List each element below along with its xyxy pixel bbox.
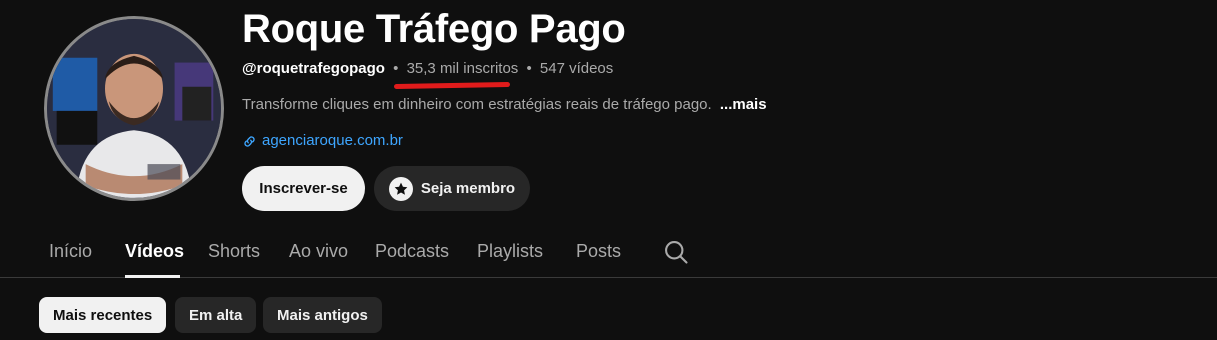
active-tab-indicator [125, 275, 180, 278]
channel-handle: @roquetrafegopago [242, 60, 385, 77]
tab-ao-vivo[interactable]: Ao vivo [289, 240, 348, 262]
tab-inicio[interactable]: Início [49, 240, 92, 262]
link-icon [244, 135, 255, 147]
channel-description-row[interactable]: Transforme cliques em dinheiro com estra… [242, 96, 767, 114]
star-icon [388, 176, 413, 201]
subscriber-count: 35,3 mil inscritos [406, 60, 519, 77]
more-link[interactable]: ...mais [720, 96, 767, 113]
video-count: 547 vídeos [539, 60, 614, 77]
join-member-label: Seja membro [420, 180, 516, 197]
channel-link-text: agenciaroque.com.br [262, 132, 403, 149]
channel-link[interactable]: agenciaroque.com.br [242, 132, 403, 150]
tab-shorts[interactable]: Shorts [208, 240, 260, 262]
subscribe-button[interactable]: Inscrever-se [242, 166, 365, 211]
filter-chip-popular[interactable]: Em alta [175, 297, 257, 333]
channel-meta: @roquetrafegopago • 35,3 mil inscritos •… [242, 60, 613, 78]
meta-separator: • [393, 60, 399, 77]
avatar-image [47, 19, 221, 198]
tab-playlists[interactable]: Playlists [477, 240, 543, 262]
channel-name: Roque Tráfego Pago [242, 7, 626, 51]
channel-tabs: Início Vídeos Shorts Ao vivo Podcasts Pl… [0, 228, 1217, 278]
tab-videos[interactable]: Vídeos [125, 240, 184, 262]
filter-chip-oldest[interactable]: Mais antigos [263, 297, 382, 333]
search-icon[interactable] [662, 238, 690, 266]
filter-chip-recent[interactable]: Mais recentes [39, 297, 167, 333]
meta-separator: • [526, 60, 532, 77]
join-member-button[interactable]: Seja membro [374, 166, 530, 211]
red-underline-annotation [393, 81, 511, 90]
tab-podcasts[interactable]: Podcasts [375, 240, 449, 262]
channel-description: Transforme cliques em dinheiro com estra… [242, 96, 712, 113]
channel-avatar[interactable] [44, 16, 224, 201]
tab-posts[interactable]: Posts [576, 240, 621, 262]
